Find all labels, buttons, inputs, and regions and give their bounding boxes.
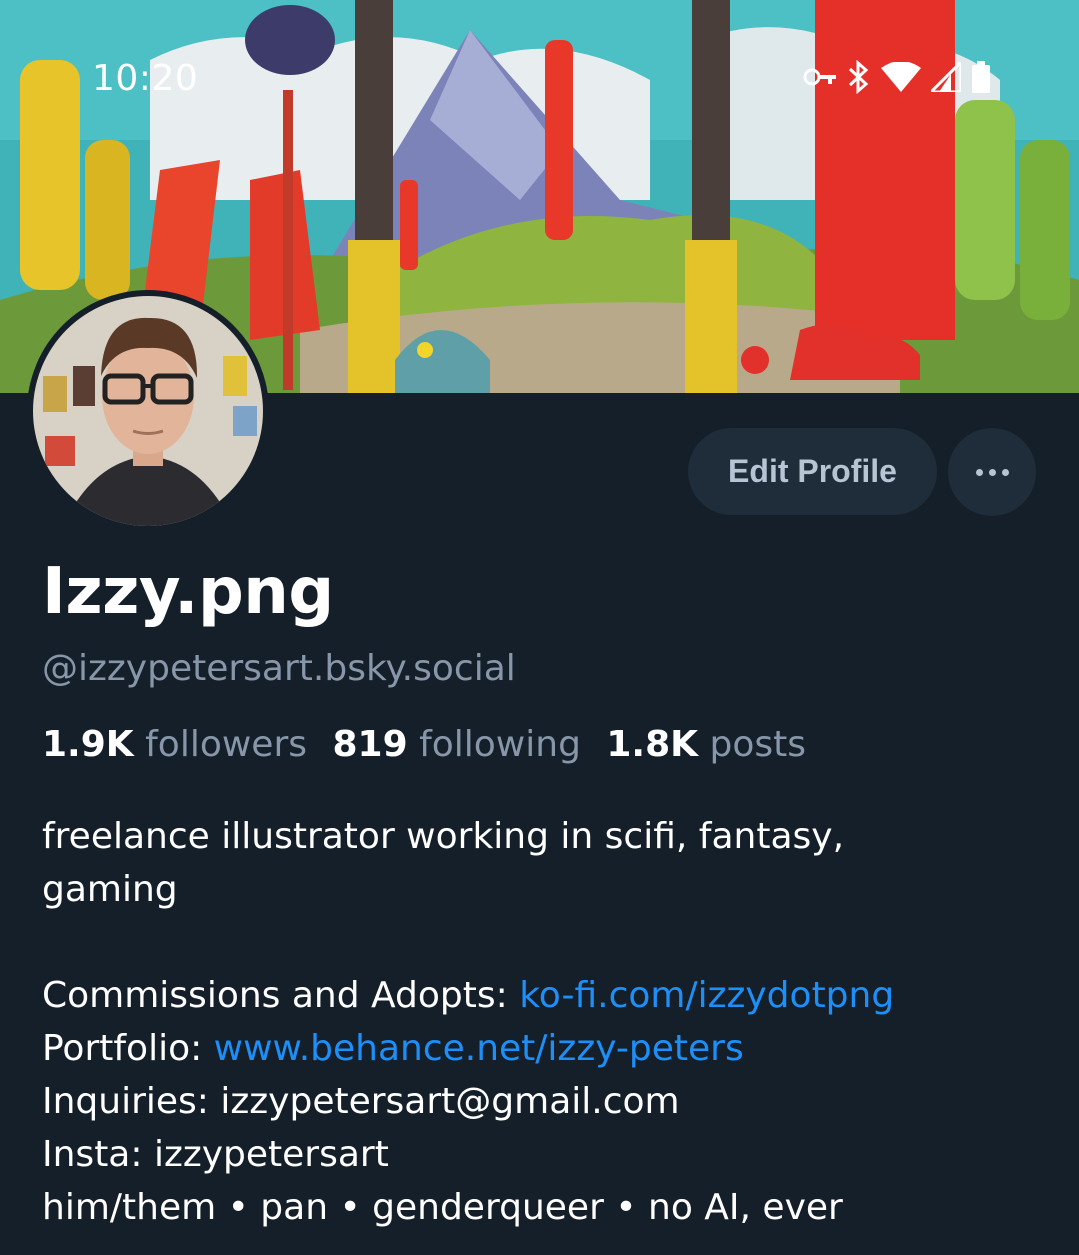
cell-signal-icon [931, 62, 961, 92]
behance-link[interactable]: www.behance.net/izzy-peters [214, 1028, 744, 1069]
battery-icon [972, 61, 990, 93]
kofi-link[interactable]: ko-fi.com/izzydotpng [519, 975, 894, 1016]
dot [988, 468, 996, 476]
profile-bio: freelance illustrator working in scifi, … [42, 810, 1042, 1234]
following-label: following [419, 724, 581, 765]
profile-avatar[interactable] [27, 290, 269, 532]
followers-count: 1.9K [42, 724, 134, 765]
following-count: 819 [332, 724, 408, 765]
followers-label: followers [145, 724, 308, 765]
bio-inquiries-line: Inquiries: izzypetersart@gmail.com [42, 1081, 680, 1122]
bio-insta-line: Insta: izzypetersart [42, 1134, 389, 1175]
dot [1001, 468, 1009, 476]
followers-stat[interactable]: 1.9K followers [42, 724, 307, 765]
bio-commissions-line: Commissions and Adopts: ko-fi.com/izzydo… [42, 969, 1042, 1022]
status-time: 10:20 [92, 58, 199, 99]
posts-label: posts [709, 724, 807, 765]
posts-count: 1.8K [606, 724, 699, 765]
bio-pronouns-line: him/them • pan • genderqueer • no AI, ev… [42, 1187, 843, 1228]
dot [975, 468, 983, 476]
more-options-icon[interactable] [948, 428, 1036, 516]
portfolio-label: Portfolio: [42, 1028, 214, 1069]
bio-line: gaming [42, 869, 178, 910]
bluetooth-icon [848, 60, 869, 94]
profile-handle: @izzypetersart.bsky.social [42, 648, 516, 689]
bio-line: freelance illustrator working in scifi, … [42, 816, 845, 857]
bio-portfolio-line: Portfolio: www.behance.net/izzy-peters [42, 1022, 1042, 1075]
commissions-label: Commissions and Adopts: [42, 975, 520, 1016]
avatar-image [33, 296, 263, 526]
profile-stats: 1.9K followers 819 following 1.8K posts [42, 724, 820, 765]
status-bar: 10:20 [0, 0, 1079, 160]
status-icons [803, 60, 991, 94]
vpn-key-icon [803, 68, 836, 86]
edit-profile-button[interactable]: Edit Profile [688, 428, 937, 515]
wifi-icon [881, 62, 921, 92]
display-name: Izzy.png [42, 555, 334, 629]
posts-stat: 1.8K posts [606, 724, 806, 765]
following-stat[interactable]: 819 following [332, 724, 580, 765]
bio-spacer [42, 916, 1042, 969]
